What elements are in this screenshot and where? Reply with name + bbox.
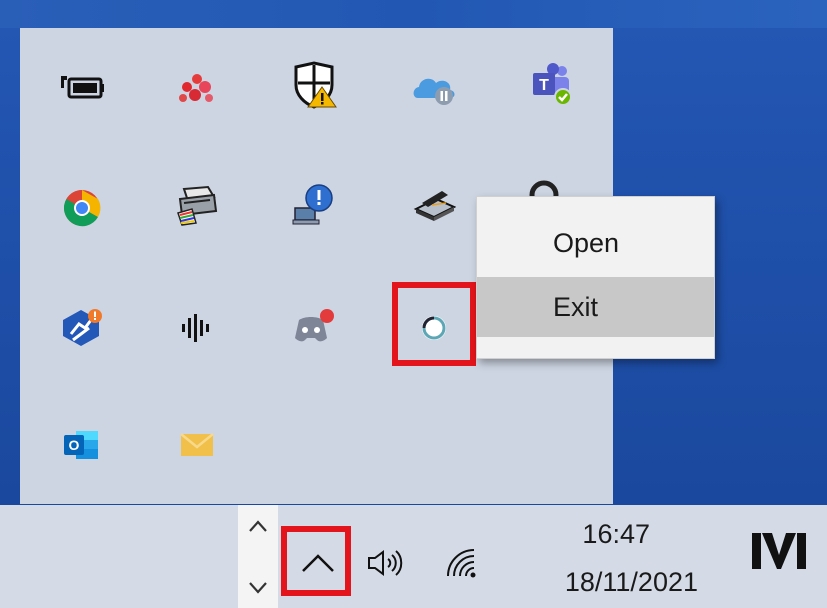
chrome-icon[interactable] [53,179,111,237]
mail-icon[interactable] [168,416,226,474]
taskbar: 16:47 18/11/2021 [0,505,827,608]
wallpaper-strip [0,0,827,28]
discord-icon[interactable] [285,299,343,357]
taskbar-scroll-strip [238,505,278,608]
network-alert-icon[interactable] [285,176,343,234]
onedrive-paused-icon[interactable] [405,59,463,117]
volume-icon[interactable] [360,535,414,591]
svg-text:O: O [69,437,80,453]
tray-icon-highlight [392,282,476,366]
clock-date: 18/11/2021 [564,567,698,597]
clock-time: 16:47 [582,519,650,549]
menu-item-exit-label: Exit [553,291,599,322]
scroll-up-chevron-icon[interactable] [238,511,278,541]
scroll-down-chevron-icon[interactable] [238,573,278,603]
menu-item-open-label: Open [553,227,620,258]
red-dots-app-icon[interactable] [168,59,226,117]
audio-waves-icon[interactable] [168,299,226,357]
outlook-icon[interactable]: O [53,416,111,474]
battery-icon[interactable] [53,59,111,117]
printer-icon[interactable] [168,176,226,234]
windows-security-warning-icon[interactable] [285,56,343,114]
scanner-icon[interactable] [405,176,463,234]
chevron-button-highlight [281,526,351,596]
teams-icon[interactable]: T [522,56,580,114]
menu-item-open[interactable]: Open [477,213,714,273]
svg-text:T: T [539,77,549,94]
security-app-icon[interactable] [53,299,111,357]
wifi-icon[interactable] [436,537,486,589]
corner-logo [748,525,810,575]
context-menu: Open Exit [476,196,715,359]
menu-item-exit[interactable]: Exit [477,277,714,337]
taskbar-clock[interactable]: 16:47 18/11/2021 [508,513,698,603]
